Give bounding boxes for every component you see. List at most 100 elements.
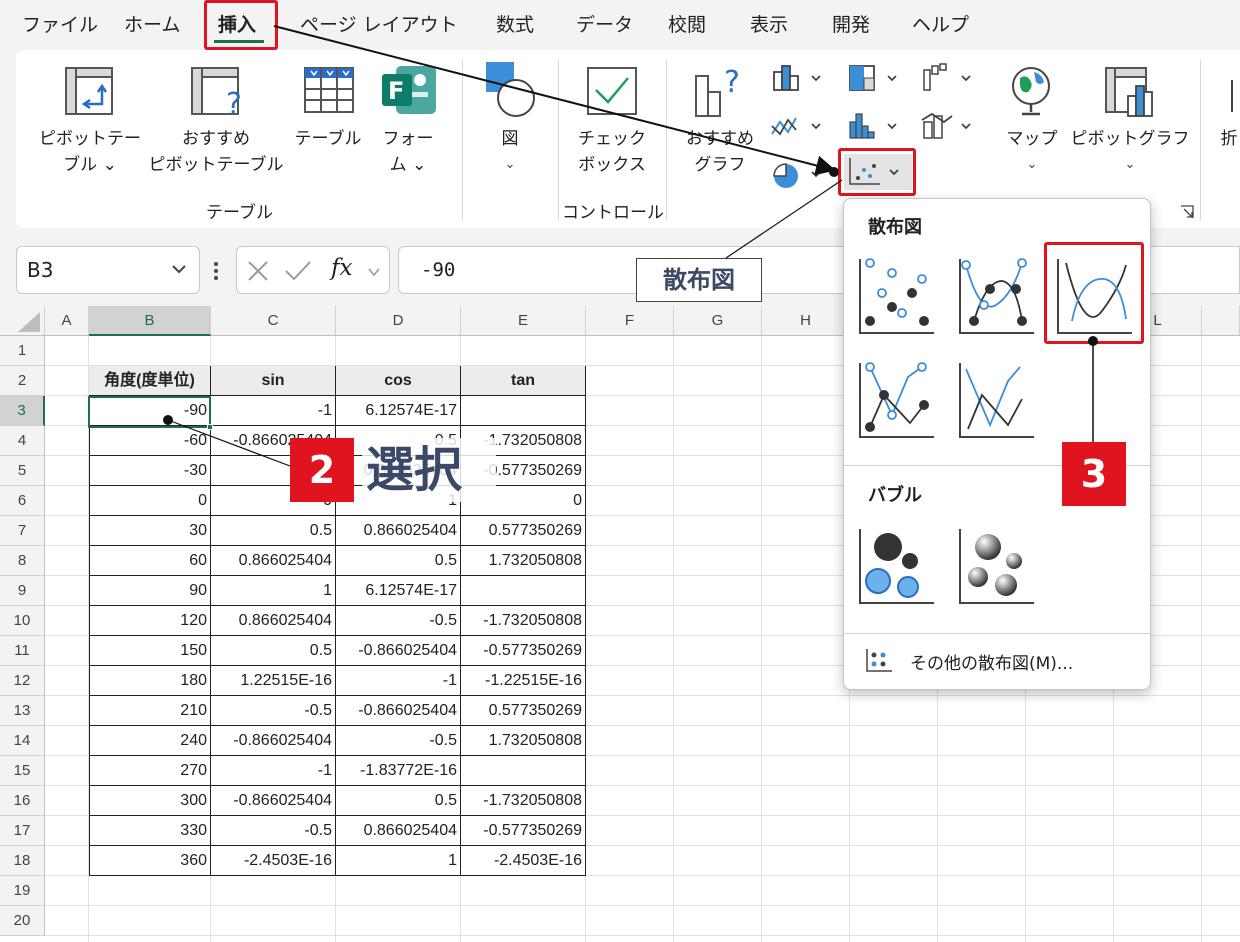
table-cell[interactable]: -0.866025404 bbox=[211, 726, 336, 756]
row-header-2[interactable]: 2 bbox=[0, 366, 45, 396]
tab-review[interactable]: 校閲 bbox=[668, 10, 706, 37]
name-box[interactable]: B3 bbox=[16, 246, 200, 294]
enter-icon[interactable] bbox=[283, 258, 313, 288]
row-header-6[interactable]: 6 bbox=[0, 486, 45, 516]
table-cell[interactable]: -2.4503E-16 bbox=[461, 846, 586, 876]
tab-data[interactable]: データ bbox=[576, 10, 633, 37]
table-cell[interactable]: 60 bbox=[89, 546, 211, 576]
table-cell[interactable]: 210 bbox=[89, 696, 211, 726]
column-header-e[interactable]: E bbox=[461, 306, 586, 336]
column-header-d[interactable]: D bbox=[336, 306, 461, 336]
cancel-icon[interactable] bbox=[245, 258, 271, 288]
table-cell[interactable]: 180 bbox=[89, 666, 211, 696]
table-cell[interactable]: 1.732050808 bbox=[461, 726, 586, 756]
pivot-table-icon[interactable] bbox=[62, 64, 116, 122]
column-chart-icon[interactable] bbox=[770, 64, 826, 98]
line-chart-icon[interactable] bbox=[770, 112, 826, 146]
table-cell[interactable]: 270 bbox=[89, 756, 211, 786]
row-header-10[interactable]: 10 bbox=[0, 606, 45, 636]
scatter-straight-lines-option[interactable] bbox=[956, 359, 1036, 441]
table-cell[interactable]: 0.577350269 bbox=[461, 696, 586, 726]
tab-view[interactable]: 表示 bbox=[750, 10, 788, 37]
illustrations-icon[interactable] bbox=[484, 60, 540, 122]
table-cell[interactable]: 120 bbox=[89, 606, 211, 636]
pivot-table-button[interactable]: ピボットテー ブル ⌄ bbox=[38, 126, 142, 178]
table-cell[interactable] bbox=[461, 396, 586, 426]
table-cell[interactable]: 1.732050808 bbox=[461, 546, 586, 576]
tab-home[interactable]: ホーム bbox=[124, 10, 180, 37]
table-cell[interactable]: -2.4503E-16 bbox=[211, 846, 336, 876]
row-header-9[interactable]: 9 bbox=[0, 576, 45, 606]
table-cell[interactable]: -1 bbox=[211, 396, 336, 426]
checkbox-button[interactable]: チェック ボックス bbox=[570, 126, 654, 178]
row-header-15[interactable]: 15 bbox=[0, 756, 45, 786]
row-header-12[interactable]: 12 bbox=[0, 666, 45, 696]
table-cell[interactable]: 0.5 bbox=[336, 786, 461, 816]
table-cell[interactable]: 0.866025404 bbox=[211, 606, 336, 636]
checkbox-icon[interactable] bbox=[586, 66, 638, 120]
row-header-19[interactable]: 19 bbox=[0, 876, 45, 906]
table-cell[interactable]: 240 bbox=[89, 726, 211, 756]
pivot-chart-button[interactable]: ピボットグラフ ⌄ bbox=[1070, 126, 1190, 178]
table-cell[interactable]: -30 bbox=[89, 456, 211, 486]
table-cell[interactable]: -0.5 bbox=[211, 816, 336, 846]
column-header-h[interactable]: H bbox=[762, 306, 850, 336]
table-cell[interactable]: -0.5 bbox=[211, 696, 336, 726]
table-cell[interactable]: -1.732050808 bbox=[461, 606, 586, 636]
table-cell[interactable]: 0.866025404 bbox=[336, 516, 461, 546]
row-header-20[interactable]: 20 bbox=[0, 906, 45, 936]
tab-page-layout[interactable]: ページ レイアウト bbox=[300, 10, 458, 37]
table-header-cell[interactable]: tan bbox=[461, 366, 586, 396]
combo-chart-icon[interactable] bbox=[920, 110, 980, 146]
table-cell[interactable]: -1 bbox=[336, 666, 461, 696]
table-cell[interactable]: 0.577350269 bbox=[461, 516, 586, 546]
scatter-straight-markers-option[interactable] bbox=[856, 359, 936, 441]
row-header-14[interactable]: 14 bbox=[0, 726, 45, 756]
insert-function-icon[interactable]: fx bbox=[331, 255, 352, 281]
table-cell[interactable]: -1.22515E-16 bbox=[461, 666, 586, 696]
table-cell[interactable]: 150 bbox=[89, 636, 211, 666]
fill-handle[interactable] bbox=[207, 424, 213, 430]
row-header-5[interactable]: 5 bbox=[0, 456, 45, 486]
more-options-icon[interactable] bbox=[210, 258, 222, 284]
table-cell[interactable]: -0.5 bbox=[336, 606, 461, 636]
table-cell[interactable]: 30 bbox=[89, 516, 211, 546]
illustrations-button[interactable]: 図 ⌄ bbox=[488, 126, 532, 178]
table-cell[interactable]: 330 bbox=[89, 816, 211, 846]
table-cell[interactable]: -0.577350269 bbox=[461, 816, 586, 846]
recommended-pivot-icon[interactable]: ? bbox=[188, 64, 248, 124]
row-header-11[interactable]: 11 bbox=[0, 636, 45, 666]
tab-file[interactable]: ファイル bbox=[22, 10, 98, 37]
table-cell[interactable]: 300 bbox=[89, 786, 211, 816]
table-cell[interactable]: 0.5 bbox=[211, 516, 336, 546]
scatter-plain-option[interactable] bbox=[856, 255, 936, 337]
table-cell[interactable]: -1.83772E-16 bbox=[336, 756, 461, 786]
recommended-charts-icon[interactable]: ? bbox=[694, 62, 750, 122]
table-cell[interactable]: 360 bbox=[89, 846, 211, 876]
table-cell[interactable]: 0 bbox=[89, 486, 211, 516]
row-header-16[interactable]: 16 bbox=[0, 786, 45, 816]
table-cell[interactable]: 0.5 bbox=[211, 636, 336, 666]
pie-chart-icon[interactable] bbox=[770, 160, 826, 194]
bubble-3d-option[interactable] bbox=[956, 525, 1036, 607]
table-header-cell[interactable]: cos bbox=[336, 366, 461, 396]
hierarchy-chart-icon[interactable] bbox=[846, 62, 906, 98]
table-cell[interactable]: 0.5 bbox=[336, 546, 461, 576]
table-cell[interactable]: 1.22515E-16 bbox=[211, 666, 336, 696]
table-cell[interactable]: -0.866025404 bbox=[336, 636, 461, 666]
table-cell[interactable]: 6.12574E-17 bbox=[336, 576, 461, 606]
column-header-f[interactable]: F bbox=[586, 306, 674, 336]
scatter-smooth-markers-option[interactable] bbox=[956, 255, 1036, 337]
selected-cell-b3[interactable] bbox=[88, 396, 211, 428]
table-cell[interactable]: -0.866025404 bbox=[336, 696, 461, 726]
dialog-launcher-icon[interactable] bbox=[1180, 204, 1194, 223]
table-cell[interactable]: -0.577350269 bbox=[461, 636, 586, 666]
table-icon[interactable] bbox=[302, 64, 356, 122]
table-button[interactable]: テーブル bbox=[290, 126, 366, 152]
row-header-1[interactable]: 1 bbox=[0, 336, 45, 366]
forms-icon[interactable]: F bbox=[380, 64, 438, 122]
row-header-18[interactable]: 18 bbox=[0, 846, 45, 876]
row-header-4[interactable]: 4 bbox=[0, 426, 45, 456]
table-cell[interactable]: -60 bbox=[89, 426, 211, 456]
table-header-cell[interactable]: 角度(度単位) bbox=[89, 366, 211, 396]
